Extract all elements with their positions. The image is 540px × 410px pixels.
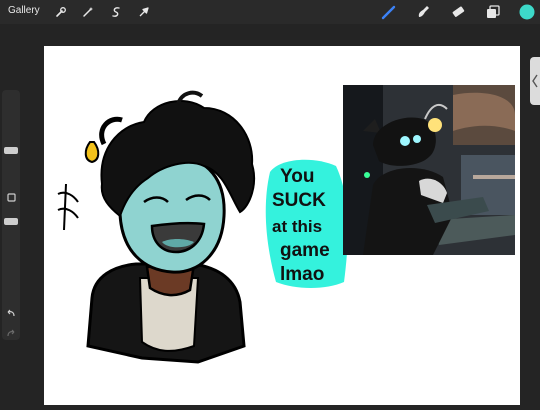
opacity-slider[interactable] <box>4 218 18 225</box>
reference-photo[interactable] <box>343 85 515 255</box>
modify-square-icon[interactable] <box>6 192 16 202</box>
speech-line-5: lmao <box>280 264 324 285</box>
wrench-icon[interactable] <box>52 3 70 21</box>
layers-icon[interactable] <box>484 3 502 21</box>
brush-size-slider[interactable] <box>4 147 18 154</box>
speech-line-1: You <box>280 166 314 187</box>
redo-icon[interactable] <box>6 328 16 338</box>
speech-line-2: SUCK <box>272 190 326 211</box>
undo-icon[interactable] <box>6 308 16 318</box>
transform-arrow-icon[interactable] <box>135 3 153 21</box>
color-swatch[interactable] <box>518 3 536 21</box>
chevron-left-icon <box>532 74 538 88</box>
speech-line-4: game <box>280 240 330 261</box>
top-toolbar: Gallery <box>0 0 540 24</box>
selection-icon[interactable] <box>107 3 125 21</box>
magic-wand-icon[interactable] <box>79 3 97 21</box>
brush-icon[interactable] <box>380 3 398 21</box>
drawing-canvas[interactable]: You SUCK at this game lmao <box>44 46 520 405</box>
left-sidebar <box>2 90 20 340</box>
smudge-icon[interactable] <box>414 3 432 21</box>
gallery-button[interactable]: Gallery <box>8 5 40 16</box>
panel-toggle-tab[interactable] <box>530 57 540 105</box>
lure-light <box>84 141 100 164</box>
speech-line-3: at this <box>272 217 322 236</box>
eraser-icon[interactable] <box>449 3 467 21</box>
fin-ear <box>57 191 79 219</box>
